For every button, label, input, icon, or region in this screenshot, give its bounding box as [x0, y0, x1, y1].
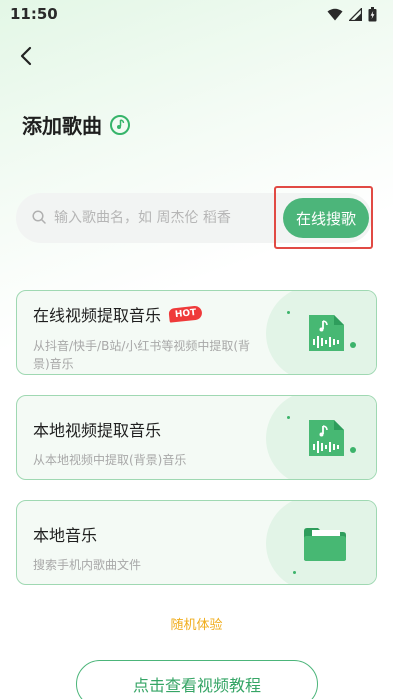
status-icons	[327, 6, 377, 22]
decor-dot	[287, 311, 290, 314]
card-online-video-extract[interactable]: 在线视频提取音乐 HOT 从抖音/快手/B站/小红书等视频中提取(背景)音乐	[16, 290, 377, 375]
card-title-wrap: 本地音乐	[33, 522, 97, 546]
search-icon	[32, 209, 46, 228]
cellular-icon	[349, 7, 362, 21]
audio-file-icon	[306, 313, 346, 357]
decor-dot	[293, 571, 296, 574]
audio-file-icon	[306, 418, 346, 462]
hot-badge: HOT	[168, 305, 203, 323]
card-subtitle: 从抖音/快手/B站/小红书等视频中提取(背景)音乐	[33, 339, 251, 371]
status-time: 11:50	[10, 5, 58, 23]
decor-dot	[287, 416, 290, 419]
page-header: 添加歌曲	[22, 110, 130, 139]
card-subtitle: 搜索手机内歌曲文件	[33, 558, 142, 572]
decor-dot	[350, 342, 356, 348]
card-subtitle: 从本地视频中提取(背景)音乐	[33, 453, 187, 467]
card-local-video-extract[interactable]: 本地视频提取音乐 从本地视频中提取(背景)音乐	[16, 395, 377, 480]
music-note-icon	[110, 114, 130, 135]
random-experience-link[interactable]: 随机体验	[0, 614, 393, 633]
card-local-music[interactable]: 本地音乐 搜索手机内歌曲文件	[16, 500, 377, 585]
battery-icon	[368, 6, 377, 22]
page-title: 添加歌曲	[22, 114, 102, 138]
wifi-icon	[327, 8, 343, 21]
search-input[interactable]	[54, 210, 269, 226]
chevron-left-icon	[19, 46, 33, 70]
card-title-wrap: 本地视频提取音乐	[33, 417, 161, 441]
card-title: 本地视频提取音乐	[33, 421, 162, 440]
card-title: 本地音乐	[33, 526, 98, 545]
status-bar: 11:50	[0, 0, 393, 28]
card-title: 在线视频提取音乐	[33, 306, 162, 325]
video-tutorial-button[interactable]: 点击查看视频教程	[76, 660, 318, 699]
back-button[interactable]	[12, 44, 40, 72]
folder-icon	[302, 525, 348, 567]
online-search-button[interactable]: 在线搜歌	[283, 198, 369, 238]
card-title-wrap: 在线视频提取音乐 HOT	[33, 302, 203, 326]
decor-dot	[350, 447, 356, 453]
